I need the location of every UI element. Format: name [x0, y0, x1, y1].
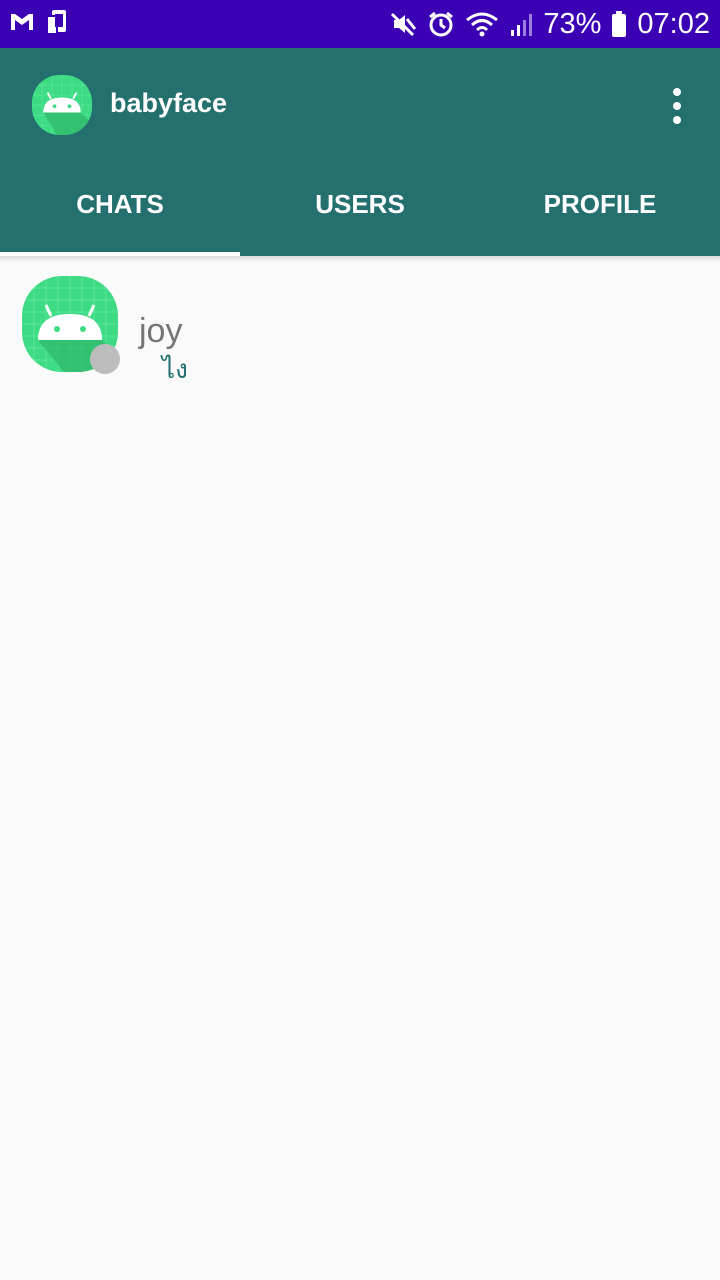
status-bar-left [8, 8, 72, 36]
status-bar-right: 73% 07:02 [389, 0, 710, 48]
alarm-icon [427, 10, 455, 38]
signal-icon [509, 10, 533, 38]
more-vertical-icon-dot [673, 102, 681, 110]
more-vertical-icon [673, 88, 681, 96]
presence-indicator [90, 344, 120, 374]
tab-bar: CHATS USERS PROFILE [0, 152, 720, 256]
battery-percent: 73% [543, 7, 602, 40]
android-icon [32, 75, 92, 135]
chat-list-item[interactable]: joy ไง [0, 262, 720, 392]
chat-last-message: ไง [162, 354, 188, 384]
more-options-button[interactable] [660, 82, 694, 130]
tab-profile[interactable]: PROFILE [480, 152, 720, 256]
more-vertical-icon-dot [673, 116, 681, 124]
tab-profile-label: PROFILE [543, 188, 657, 219]
tab-users[interactable]: USERS [240, 152, 480, 256]
screen-mirror-icon [44, 8, 72, 36]
status-time: 07:02 [637, 7, 710, 40]
status-bar: 73% 07:02 [0, 0, 720, 48]
tab-chats[interactable]: CHATS [0, 152, 240, 256]
app-title: babyface [110, 88, 228, 118]
tab-chats-label: CHATS [76, 188, 164, 219]
gmail-icon [8, 8, 36, 36]
tab-users-label: USERS [315, 188, 405, 219]
chat-username: joy [139, 312, 183, 350]
app-avatar[interactable] [32, 75, 92, 135]
app-bar: babyface CHATS USERS PROFILE [0, 48, 720, 256]
wifi-icon [465, 10, 499, 38]
mute-icon [389, 10, 417, 38]
battery-icon [611, 10, 627, 38]
